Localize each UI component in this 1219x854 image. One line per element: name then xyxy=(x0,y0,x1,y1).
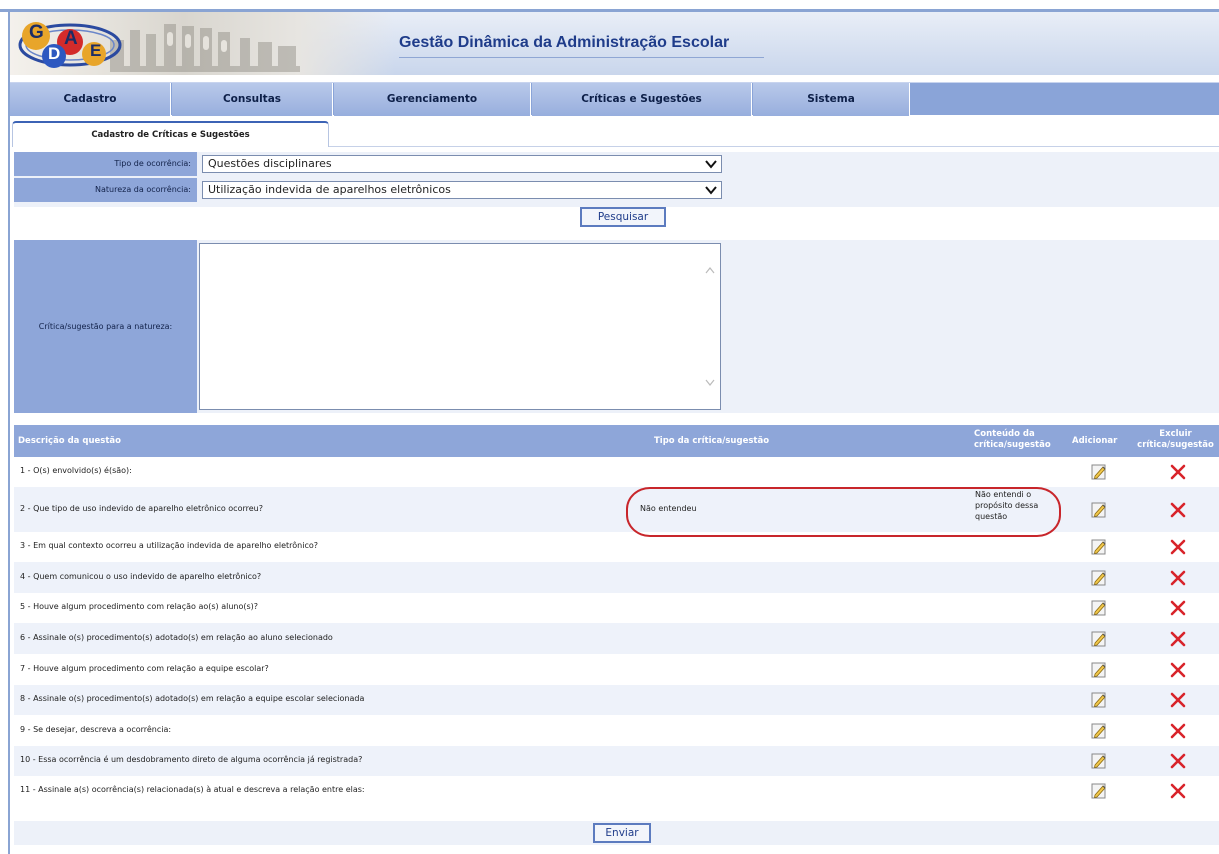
delete-x-icon[interactable] xyxy=(1170,692,1186,708)
critica-natureza-textarea[interactable] xyxy=(199,243,721,410)
delete-x-icon[interactable] xyxy=(1170,570,1186,586)
menu-consultas[interactable]: Consultas xyxy=(172,83,333,116)
menu-sistema[interactable]: Sistema xyxy=(753,83,910,116)
logo-letter-e: E xyxy=(90,41,102,60)
question-description: 8 - Assinale o(s) procedimento(s) adotad… xyxy=(20,694,365,703)
pencil-edit-icon[interactable] xyxy=(1090,569,1108,587)
question-description: 4 - Quem comunicou o uso indevido de apa… xyxy=(20,571,262,581)
header-excluir-line2: crítica/sugestão xyxy=(1137,440,1214,450)
chevron-down-icon xyxy=(705,186,717,195)
pencil-edit-icon[interactable] xyxy=(1090,691,1108,709)
delete-x-icon[interactable] xyxy=(1170,631,1186,647)
critica-conteudo: Não entendi o propósito dessa questão xyxy=(975,489,1038,522)
natureza-ocorrencia-value: Utilização indevida de aparelhos eletrôn… xyxy=(208,183,451,196)
question-description: 11 - Assinale a(s) ocorrência(s) relacio… xyxy=(20,785,365,794)
tipo-ocorrencia-value: Questões disciplinares xyxy=(208,157,332,170)
critica-tipo: Não entendeu xyxy=(640,503,697,513)
enviar-button[interactable]: Enviar xyxy=(593,823,651,843)
natureza-ocorrencia-select[interactable]: Utilização indevida de aparelhos eletrôn… xyxy=(202,181,722,199)
menu-cadastro[interactable]: Cadastro xyxy=(10,83,171,116)
pencil-edit-icon[interactable] xyxy=(1090,501,1108,519)
menu-criticas-sugestoes[interactable]: Críticas e Sugestões xyxy=(532,83,752,116)
question-description: 2 - Que tipo de uso indevido de aparelho… xyxy=(20,503,263,513)
delete-x-icon[interactable] xyxy=(1170,464,1186,480)
menu-gerenciamento[interactable]: Gerenciamento xyxy=(334,83,531,116)
delete-x-icon[interactable] xyxy=(1170,600,1186,616)
pesquisar-button[interactable]: Pesquisar xyxy=(580,207,666,227)
critica-conteudo-line: Não entendi o xyxy=(975,490,1032,499)
app-title: Gestão Dinâmica da Administração Escolar xyxy=(399,34,730,51)
header-conteudo-line1: Conteúdo da xyxy=(974,429,1035,439)
tab-cadastro-criticas[interactable]: Cadastro de Críticas e Sugestões xyxy=(12,121,329,147)
title-underline xyxy=(399,57,764,58)
question-description: 7 - Houve algum procedimento com relação… xyxy=(20,663,269,673)
chevron-down-icon xyxy=(705,160,717,169)
header-excluir: Excluir crítica/sugestão xyxy=(1132,425,1219,457)
critica-conteudo-line: questão xyxy=(975,512,1008,521)
question-description: 9 - Se desejar, descreva a ocorrência: xyxy=(20,724,172,734)
question-description: 1 - O(s) envolvido(s) é(são): xyxy=(20,466,132,475)
pencil-edit-icon[interactable] xyxy=(1090,722,1108,740)
question-description: 6 - Assinale o(s) procedimento(s) adotad… xyxy=(20,632,333,642)
logo-letter-d: D xyxy=(48,44,61,63)
delete-x-icon[interactable] xyxy=(1170,753,1186,769)
tipo-ocorrencia-label: Tipo de ocorrência: xyxy=(14,152,197,176)
delete-x-icon[interactable] xyxy=(1170,539,1186,555)
delete-x-icon[interactable] xyxy=(1170,723,1186,739)
scroll-down-icon[interactable] xyxy=(705,379,715,387)
pencil-edit-icon[interactable] xyxy=(1090,538,1108,556)
header-conteudo-line2: crítica/sugestão xyxy=(974,440,1051,450)
delete-x-icon[interactable] xyxy=(1170,662,1186,678)
header-conteudo: Conteúdo da crítica/sugestão xyxy=(974,425,1064,457)
app-header: G A D E Gestão Dinâmica da Administração… xyxy=(10,12,1219,75)
left-border xyxy=(8,9,10,854)
header-tipo: Tipo da crítica/sugestão xyxy=(654,436,770,446)
natureza-ocorrencia-label: Natureza da ocorrência: xyxy=(14,178,197,202)
tipo-ocorrencia-select[interactable]: Questões disciplinares xyxy=(202,155,722,173)
question-description: 3 - Em qual contexto ocorreu a utilizaçã… xyxy=(20,541,319,550)
scroll-up-icon[interactable] xyxy=(705,266,715,274)
table-row xyxy=(14,715,1219,746)
delete-x-icon[interactable] xyxy=(1170,783,1186,799)
tab-divider xyxy=(329,146,1219,147)
pencil-edit-icon[interactable] xyxy=(1090,782,1108,800)
pencil-edit-icon[interactable] xyxy=(1090,463,1108,481)
critica-conteudo-line: propósito dessa xyxy=(975,501,1039,510)
pencil-edit-icon[interactable] xyxy=(1090,661,1108,679)
pencil-edit-icon[interactable] xyxy=(1090,630,1108,648)
pencil-edit-icon[interactable] xyxy=(1090,752,1108,770)
header-descricao: Descrição da questão xyxy=(18,436,121,446)
question-description: 10 - Essa ocorrência é um desdobramento … xyxy=(20,755,363,764)
header-excluir-line1: Excluir xyxy=(1159,429,1192,439)
logo-letter-g: G xyxy=(29,22,44,43)
logo-letter-a: A xyxy=(64,28,78,49)
header-adicionar: Adicionar xyxy=(1072,436,1118,446)
building-image xyxy=(110,24,300,72)
delete-x-icon[interactable] xyxy=(1170,502,1186,518)
main-menu: Cadastro Consultas Gerenciamento Crítica… xyxy=(10,82,1219,116)
pencil-edit-icon[interactable] xyxy=(1090,599,1108,617)
table-row xyxy=(14,457,1219,487)
question-description: 5 - Houve algum procedimento com relação… xyxy=(20,602,259,611)
header-banner: G A D E xyxy=(10,12,395,75)
critica-natureza-label: Crítica/sugestão para a natureza: xyxy=(14,240,197,413)
